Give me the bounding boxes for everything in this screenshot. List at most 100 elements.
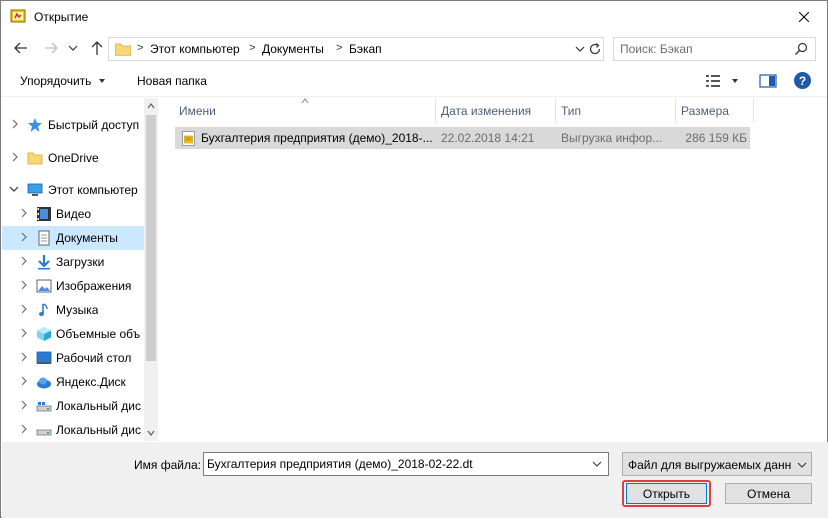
nav-label: OneDrive: [48, 151, 99, 165]
nav-label: Документы: [56, 231, 118, 245]
search-input[interactable]: [620, 41, 790, 57]
chevron-down-icon[interactable]: [592, 460, 602, 468]
chevron-right-icon[interactable]: [19, 231, 29, 243]
nav-label: Рабочий стол: [56, 351, 132, 365]
column-header-size[interactable]: Размера: [675, 98, 753, 123]
refresh-icon[interactable]: [587, 41, 603, 57]
file-size: 286 159 КБ: [685, 131, 747, 145]
nav-item-pictures[interactable]: Изображения: [2, 274, 144, 298]
nav-label: Этот компьютер: [48, 183, 138, 197]
nav-item-downloads[interactable]: Загрузки: [2, 250, 144, 274]
computer-icon: [27, 183, 43, 196]
open-file-dialog: Открытие > Этот компьютер > Документы > …: [0, 0, 828, 518]
nav-label: Загрузки: [56, 255, 105, 269]
up-arrow-icon[interactable]: [87, 38, 107, 58]
chevron-down-icon[interactable]: [9, 183, 19, 195]
drive-icon: [36, 402, 52, 412]
chevron-down-icon[interactable]: [797, 461, 807, 469]
breadcrumb-backup[interactable]: Бэкап: [349, 42, 382, 56]
nav-label: Локальный дис: [56, 399, 141, 413]
chevron-right-icon[interactable]: [19, 375, 29, 387]
help-icon[interactable]: ?: [794, 72, 811, 89]
downloads-icon: [38, 255, 50, 270]
chevron-right-icon[interactable]: [19, 207, 29, 219]
yandex-disk-icon: [37, 377, 51, 389]
view-options-icon[interactable]: [705, 73, 721, 89]
title-bar: Открытие: [1, 1, 827, 32]
back-arrow-icon[interactable]: [11, 38, 31, 58]
forward-arrow-icon[interactable]: [41, 38, 61, 58]
nav-item-local-disk[interactable]: Локальный дис: [2, 418, 144, 442]
file-name-combobox[interactable]: [203, 452, 609, 476]
3d-objects-icon: [37, 327, 51, 341]
nav-pane-scrollbar[interactable]: [144, 98, 158, 441]
nav-label: Яндекс.Диск: [56, 375, 126, 389]
file-icon: [182, 131, 195, 146]
search-icon[interactable]: [794, 42, 808, 56]
pictures-icon: [36, 279, 52, 293]
recent-locations-chevron-icon[interactable]: [67, 38, 79, 58]
scrollbar-thumb[interactable]: [146, 115, 156, 361]
breadcrumb-separator[interactable]: >: [137, 42, 143, 54]
scroll-down-arrow-icon[interactable]: [144, 424, 158, 441]
nav-label: Изображения: [56, 279, 132, 293]
chevron-right-icon[interactable]: [19, 399, 29, 411]
file-type-dropdown[interactable]: Файл для выгружаемых данны: [622, 452, 812, 476]
column-header-label: Дата изменения: [441, 104, 532, 118]
chevron-right-icon[interactable]: [10, 151, 20, 163]
documents-icon: [38, 230, 50, 246]
desktop-icon: [36, 351, 52, 364]
preview-pane-icon[interactable]: [759, 73, 777, 89]
chevron-down-icon[interactable]: [99, 79, 105, 83]
address-bar[interactable]: > Этот компьютер > Документы > Бэкап: [108, 37, 604, 61]
file-list: Имени Дата изменения Тип Размера Бухгалт…: [163, 98, 827, 441]
nav-item-3d-objects[interactable]: Объемные объ: [2, 322, 144, 346]
search-box[interactable]: [613, 37, 816, 61]
scroll-up-arrow-icon[interactable]: [144, 98, 158, 115]
chevron-right-icon[interactable]: [19, 303, 29, 315]
file-type: Выгрузка инфор...: [561, 131, 663, 145]
column-header-type[interactable]: Тип: [555, 98, 675, 123]
chevron-right-icon[interactable]: [19, 327, 29, 339]
nav-item-desktop[interactable]: Рабочий стол: [2, 346, 144, 370]
command-bar: Упорядочить Новая папка ?: [1, 65, 827, 97]
chevron-right-icon[interactable]: [19, 351, 29, 363]
file-row[interactable]: Бухгалтерия предприятия (демо)_2018-... …: [175, 127, 750, 149]
new-folder-button[interactable]: Новая папка: [137, 74, 207, 88]
breadcrumb-documents[interactable]: Документы: [262, 42, 324, 56]
column-header-date[interactable]: Дата изменения: [435, 98, 555, 123]
nav-label: Объемные объ: [56, 327, 141, 341]
chevron-right-icon[interactable]: [10, 118, 20, 130]
nav-label: Видео: [56, 207, 92, 221]
app-icon: [10, 9, 26, 23]
column-header-label: Размера: [681, 104, 729, 118]
nav-item-onedrive[interactable]: OneDrive: [2, 146, 144, 170]
column-header-name[interactable]: Имени: [173, 98, 435, 123]
nav-item-this-pc[interactable]: Этот компьютер: [2, 178, 144, 202]
breadcrumb-separator[interactable]: >: [336, 42, 342, 54]
nav-item-music[interactable]: Музыка: [2, 298, 144, 322]
column-divider[interactable]: [753, 98, 754, 123]
organize-button[interactable]: Упорядочить: [20, 74, 91, 88]
chevron-right-icon[interactable]: [19, 423, 29, 435]
music-icon: [39, 303, 48, 316]
column-header-label: Имени: [179, 104, 216, 118]
cancel-button[interactable]: Отмена: [725, 483, 812, 504]
nav-item-yandex-disk[interactable]: Яндекс.Диск: [2, 370, 144, 394]
chevron-down-icon[interactable]: [732, 79, 738, 83]
nav-item-videos[interactable]: Видео: [2, 202, 144, 226]
file-type-filter-value: Файл для выгружаемых данны: [628, 458, 791, 472]
chevron-right-icon[interactable]: [19, 255, 29, 267]
nav-item-quick-access[interactable]: Быстрый доступ: [2, 113, 144, 137]
file-name-input[interactable]: [207, 456, 582, 472]
file-name-label: Имя файла:: [134, 458, 201, 472]
star-icon: [28, 118, 42, 132]
chevron-down-icon[interactable]: [573, 41, 587, 57]
breadcrumb-separator[interactable]: >: [249, 42, 255, 54]
chevron-right-icon[interactable]: [19, 279, 29, 291]
close-button[interactable]: [781, 1, 827, 32]
breadcrumb-this-pc[interactable]: Этот компьютер: [150, 42, 240, 56]
nav-item-local-disk[interactable]: Локальный дис: [2, 394, 144, 418]
nav-item-documents[interactable]: Документы: [2, 226, 144, 250]
open-button[interactable]: Открыть: [626, 483, 707, 504]
